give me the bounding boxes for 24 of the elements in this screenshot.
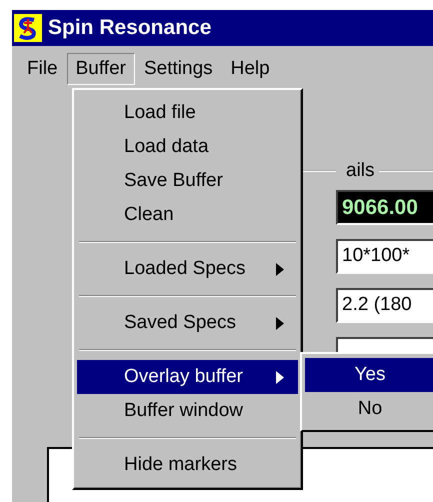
submenu-arrow-icon [276, 316, 284, 330]
menu-item[interactable]: No [305, 392, 433, 426]
input-field[interactable]: 10*100* [336, 239, 433, 274]
menu-item[interactable]: Clean [77, 198, 298, 232]
group-label: ails [345, 160, 376, 182]
menu-item[interactable]: Buffer window [77, 394, 298, 428]
menu-item[interactable]: Load file [77, 96, 298, 130]
menu-item[interactable]: Load data [77, 130, 298, 164]
menu-item[interactable]: Saved Specs [77, 306, 298, 340]
input-field[interactable]: 2.2 (180 [336, 288, 433, 323]
menu-item[interactable]: Save Buffer [77, 164, 298, 198]
menu-item[interactable]: Loaded Specs [77, 252, 298, 286]
menu-bar-item[interactable]: File [18, 53, 67, 85]
menu-bar-item[interactable]: Settings [134, 53, 222, 85]
submenu-arrow-icon [276, 370, 284, 384]
menu-item[interactable]: Yes [305, 358, 433, 392]
readout-field: 9066.00 [336, 190, 433, 225]
submenu-arrow-icon [276, 262, 284, 276]
app-icon [14, 14, 42, 42]
menu-item[interactable]: Hide markers [77, 448, 298, 482]
window-title: Spin Resonance [48, 16, 212, 40]
menu-bar-item[interactable]: Help [222, 53, 279, 85]
menu-item[interactable]: Overlay buffer [77, 360, 298, 394]
menu-bar-item[interactable]: Buffer [66, 53, 135, 85]
